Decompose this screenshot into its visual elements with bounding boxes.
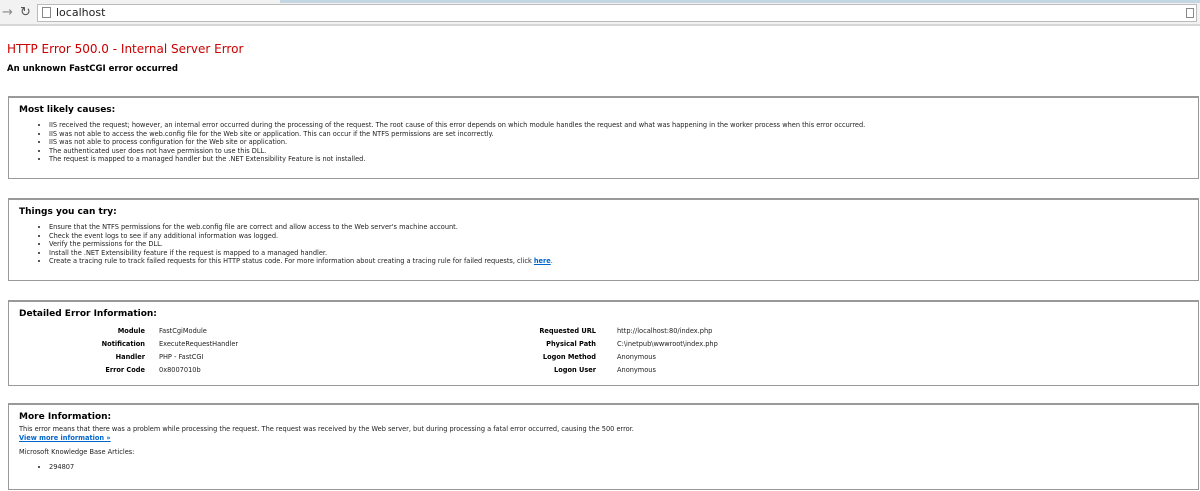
list-item: IIS was not able to access the web.confi… [49, 130, 1188, 139]
detail-value: ExecuteRequestHandler [159, 340, 239, 348]
detail-value: FastCgiModule [159, 327, 207, 335]
list-item: Ensure that the NTFS permissions for the… [49, 223, 1188, 232]
forward-icon[interactable]: → [2, 5, 13, 20]
detail-label: Error Code [105, 366, 145, 374]
detail-value: Anonymous [617, 366, 656, 374]
detail-label: Requested URL [539, 327, 596, 335]
url-text: localhost [56, 6, 106, 19]
list-item: IIS received the request; however, an in… [49, 121, 1188, 130]
more-info-section: More Information: This error means that … [8, 403, 1199, 490]
details-heading: Detailed Error Information: [19, 309, 157, 319]
list-item-text: Create a tracing rule to track failed re… [49, 257, 534, 266]
list-item: Check the event logs to see if any addit… [49, 232, 1188, 241]
reload-icon[interactable]: ↻ [20, 5, 31, 20]
causes-section: Most likely causes: IIS received the req… [8, 96, 1199, 179]
list-item: Install the .NET Extensibility feature i… [49, 249, 1188, 258]
view-more-link[interactable]: View more information » [19, 434, 111, 442]
error-title: HTTP Error 500.0 - Internal Server Error [7, 42, 244, 56]
detail-value: C:\inetpub\wwwroot\index.php [617, 340, 718, 348]
address-bar[interactable]: localhost [37, 4, 1197, 22]
detail-label: Notification [101, 340, 145, 348]
kb-article: 294807 [49, 463, 1188, 472]
detail-label: Physical Path [546, 340, 596, 348]
list-item: IIS was not able to process configuratio… [49, 138, 1188, 147]
details-grid: Module FastCgiModule Notification Execut… [19, 325, 1188, 385]
list-item: The request is mapped to a managed handl… [49, 155, 1188, 164]
here-link[interactable]: here [534, 257, 551, 265]
list-item: Verify the permissions for the DLL. [49, 240, 1188, 249]
error-subtitle: An unknown FastCGI error occurred [7, 64, 178, 74]
detail-value: PHP - FastCGI [159, 353, 204, 361]
tab-strip [280, 0, 1200, 3]
detail-label: Logon Method [542, 353, 596, 361]
browser-toolbar: → ↻ localhost [0, 0, 1200, 26]
detail-label: Module [117, 327, 145, 335]
kb-label: Microsoft Knowledge Base Articles: [19, 448, 135, 457]
detail-value: http://localhost:80/index.php [617, 327, 713, 335]
list-item: Create a tracing rule to track failed re… [49, 257, 1188, 266]
more-info-heading: More Information: [19, 412, 112, 422]
detail-value: 0x8007010b [159, 366, 201, 374]
page-icon [42, 7, 51, 18]
try-heading: Things you can try: [19, 207, 117, 217]
detail-value: Anonymous [617, 353, 656, 361]
causes-heading: Most likely causes: [19, 105, 116, 115]
details-section: Detailed Error Information: Module FastC… [8, 300, 1199, 386]
detail-label: Handler [115, 353, 145, 361]
more-info-text: This error means that there was a proble… [19, 425, 634, 433]
try-section: Things you can try: Ensure that the NTFS… [8, 198, 1199, 281]
detail-label: Logon User [554, 366, 596, 374]
period: . [550, 257, 553, 266]
page-action-icon[interactable] [1186, 8, 1194, 18]
list-item: The authenticated user does not have per… [49, 147, 1188, 156]
